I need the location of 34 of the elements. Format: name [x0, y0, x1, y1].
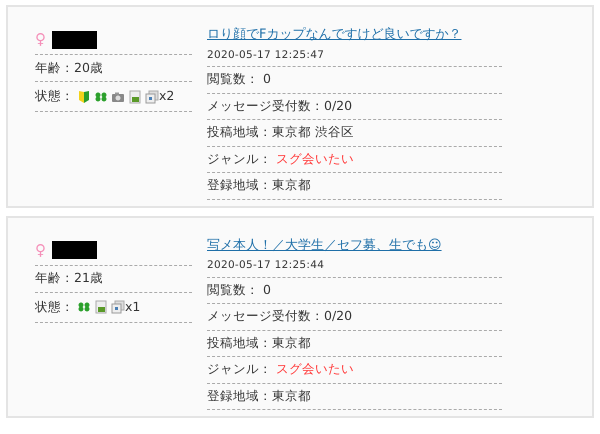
genre-value: スグ会いたい: [276, 150, 354, 168]
beginner-mark-icon: [77, 90, 91, 104]
clover-icon: [94, 90, 108, 104]
info-text: 閲覧数： 0: [207, 70, 271, 88]
status-label: 状態：: [35, 87, 74, 106]
genre-label: ジャンル：: [207, 150, 272, 168]
info-text: メッセージ受付数：0/20: [207, 96, 352, 115]
status-label: 状態：: [35, 298, 74, 316]
photo-icon: [94, 300, 108, 314]
info-text: 閲覧数： 0: [207, 280, 271, 299]
genre-value: スグ会いたい: [276, 360, 354, 378]
info-text: 登録地域：東京都: [207, 176, 311, 194]
age-text: 年齢：20歳: [35, 58, 103, 77]
photo-stack-icon: [111, 300, 125, 314]
post-date: 2020-05-17 12:25:47: [207, 48, 324, 63]
info-text: 投稿地域：東京都: [207, 334, 311, 352]
female-icon: ♀: [35, 28, 46, 51]
clover-icon: [77, 300, 91, 314]
post-title-link[interactable]: ロり顔でFカップなんですけど良いですか？: [207, 27, 462, 42]
info-text: 投稿地域：東京都 渋谷区: [207, 123, 354, 142]
post-date: 2020-05-17 12:25:44: [207, 258, 324, 274]
redaction-bar: [52, 241, 97, 259]
photo-icon: [128, 90, 142, 104]
photo-stack-icon: [145, 90, 159, 104]
photo-count: x1: [125, 298, 140, 316]
post-title-link[interactable]: 写メ本人！／大学生／セフ募、生でも☺: [207, 238, 442, 252]
female-icon: ♀: [35, 238, 46, 262]
redaction-bar: [52, 30, 97, 48]
camera-icon: [111, 90, 125, 104]
info-text: 登録地域：東京都: [207, 386, 311, 405]
info-text: メッセージ受付数：0/20: [207, 307, 352, 326]
photo-count: x2: [159, 87, 174, 106]
genre-label: ジャンル：: [207, 360, 272, 378]
age-text: 年齢：21歳: [35, 269, 103, 288]
